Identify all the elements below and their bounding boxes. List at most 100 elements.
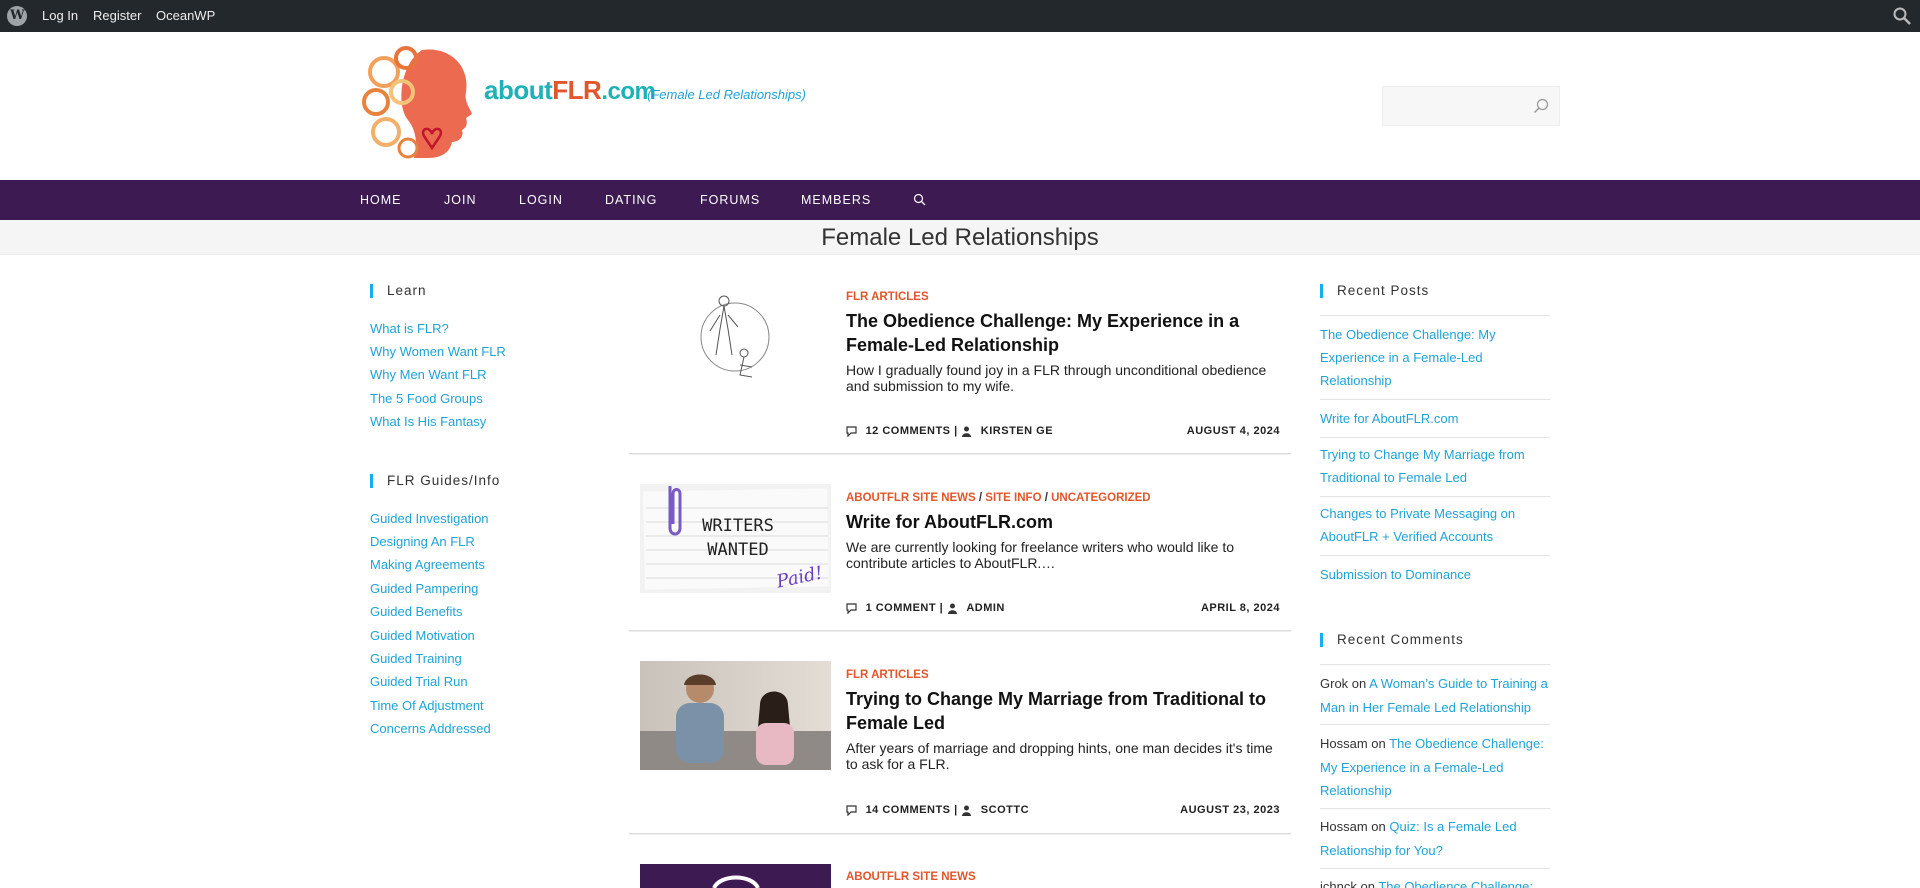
- post-title-line[interactable]: Female-Led Relationship: [846, 333, 1276, 357]
- recent-post-line[interactable]: Traditional to Female Led: [1320, 466, 1550, 489]
- post-title-line[interactable]: Female Led: [846, 711, 1276, 735]
- guide-link[interactable]: Guided Benefits: [370, 604, 463, 619]
- category-link[interactable]: ABOUTFLR SITE NEWS: [846, 871, 976, 883]
- brand-name[interactable]: aboutFLR.com: [484, 75, 656, 106]
- recent-posts-title: Recent Posts: [1320, 283, 1429, 298]
- comment-post-link[interactable]: My Experience in a Female-Led: [1320, 760, 1504, 775]
- learn-link-his-fantasy[interactable]: What Is His Fantasy: [370, 414, 486, 429]
- recent-post-link[interactable]: Trying to Change My Marriage from Tradit…: [1320, 443, 1550, 489]
- guide-link[interactable]: Guided Trial Run: [370, 674, 468, 689]
- guide-link[interactable]: Concerns Addressed: [370, 721, 491, 736]
- recent-post-link[interactable]: Write for AboutFLR.com: [1320, 407, 1550, 430]
- comment-author: Hossam: [1320, 819, 1368, 834]
- wordpress-logo-icon[interactable]: [7, 6, 27, 26]
- comment-post-link[interactable]: The Obedience Challenge:: [1378, 879, 1533, 888]
- brand-about: about: [484, 75, 553, 105]
- category-link[interactable]: FLR ARTICLES: [846, 291, 929, 303]
- list-divider: [1320, 808, 1550, 809]
- guide-link[interactable]: Designing An FLR: [370, 534, 475, 549]
- admin-login-link[interactable]: Log In: [42, 8, 78, 23]
- nav-dating[interactable]: DATING: [605, 193, 657, 207]
- category-link[interactable]: UNCATEGORIZED: [1051, 492, 1150, 504]
- recent-post-line[interactable]: Submission to Dominance: [1320, 563, 1550, 586]
- comment-post-link[interactable]: Quiz: Is a Female Led: [1389, 819, 1516, 834]
- post-title-line[interactable]: The Obedience Challenge: My Experience i…: [846, 309, 1276, 333]
- admin-register-link[interactable]: Register: [93, 8, 141, 23]
- post-title-line[interactable]: Trying to Change My Marriage from Tradit…: [846, 687, 1276, 711]
- comment-post-link[interactable]: The Obedience Challenge:: [1389, 736, 1544, 751]
- category-link[interactable]: ABOUTFLR SITE NEWS: [846, 492, 976, 504]
- comments-link[interactable]: 12 COMMENTS: [866, 425, 951, 437]
- recent-post-line[interactable]: AboutFLR + Verified Accounts: [1320, 525, 1550, 548]
- guide-link[interactable]: Time Of Adjustment: [370, 698, 484, 713]
- post-thumbnail-site-news[interactable]: [640, 864, 831, 888]
- nav-login[interactable]: LOGIN: [519, 193, 563, 207]
- nav-members[interactable]: MEMBERS: [801, 193, 871, 207]
- recent-post-line[interactable]: Trying to Change My Marriage from: [1320, 443, 1550, 466]
- post-title-line[interactable]: Write for AboutFLR.com: [846, 510, 1276, 534]
- comments-link[interactable]: 14 COMMENTS: [866, 804, 951, 816]
- recent-post-link[interactable]: The Obedience Challenge: My Experience i…: [1320, 323, 1550, 392]
- recent-post-line[interactable]: Experience in a Female-Led: [1320, 346, 1550, 369]
- guide-link[interactable]: Guided Motivation: [370, 628, 475, 643]
- learn-link-food-groups[interactable]: The 5 Food Groups: [370, 391, 483, 406]
- comment-post-link[interactable]: Relationship for You?: [1320, 843, 1443, 858]
- post-author[interactable]: SCOTTC: [981, 804, 1029, 816]
- guide-link[interactable]: Guided Investigation: [370, 511, 489, 526]
- guide-link[interactable]: Guided Training: [370, 651, 462, 666]
- post-meta: 1 COMMENT | ADMIN APRIL 8, 2024: [846, 602, 1280, 614]
- recent-post-line[interactable]: Changes to Private Messaging on: [1320, 502, 1550, 525]
- post-author[interactable]: ADMIN: [966, 602, 1005, 614]
- comment-author: Hossam: [1320, 736, 1368, 751]
- admin-oceanwp-link[interactable]: OceanWP: [156, 8, 215, 23]
- comment-post-link[interactable]: Relationship: [1320, 783, 1392, 798]
- guide-link[interactable]: Guided Pampering: [370, 581, 478, 596]
- post-thumbnail-obedience[interactable]: [640, 283, 831, 393]
- post-date: APRIL 8, 2024: [1200, 602, 1280, 614]
- list-divider: [1320, 664, 1550, 665]
- nav-home[interactable]: HOME: [360, 193, 402, 207]
- recent-post-link[interactable]: Submission to Dominance: [1320, 563, 1550, 586]
- thumb-text-writers: WRITERS: [702, 516, 774, 536]
- post-author[interactable]: KIRSTEN GE: [981, 425, 1053, 437]
- category-link[interactable]: FLR ARTICLES: [846, 669, 929, 681]
- learn-link-why-men[interactable]: Why Men Want FLR: [370, 367, 487, 382]
- recent-post-line[interactable]: Write for AboutFLR.com: [1320, 407, 1550, 430]
- post-excerpt-line: How I gradually found joy in a FLR throu…: [846, 362, 1267, 378]
- post-excerpt-line: to ask for a FLR.: [846, 756, 950, 772]
- post-thumbnail-writers-wanted[interactable]: WRITERS WANTED Paid!: [640, 484, 831, 593]
- recent-post-link[interactable]: Changes to Private Messaging on AboutFLR…: [1320, 502, 1550, 548]
- list-divider: [1320, 555, 1550, 556]
- comments-link[interactable]: 1 COMMENT: [866, 602, 937, 614]
- comment-icon: [846, 425, 857, 437]
- site-logo[interactable]: [362, 44, 478, 164]
- learn-link-what-is-flr[interactable]: What is FLR?: [370, 321, 449, 336]
- category-link[interactable]: SITE INFO: [985, 492, 1041, 504]
- post-excerpt-line: After years of marriage and dropping hin…: [846, 740, 1273, 756]
- post-thumbnail-couple[interactable]: [640, 661, 831, 770]
- post-excerpt: After years of marriage and dropping hin…: [846, 740, 1276, 772]
- search-icon[interactable]: [1533, 98, 1549, 114]
- post-title[interactable]: The Obedience Challenge: My Experience i…: [846, 309, 1276, 357]
- nav-forums[interactable]: FORUMS: [700, 193, 760, 207]
- user-icon: [962, 426, 972, 437]
- post-meta: 12 COMMENTS | KIRSTEN GE AUGUST 4, 2024: [846, 425, 1280, 437]
- list-divider: [1320, 868, 1550, 869]
- learn-link-why-women[interactable]: Why Women Want FLR: [370, 344, 506, 359]
- comment-post-link[interactable]: Man in Her Female Led Relationship: [1320, 700, 1531, 715]
- header-search-box: [1382, 86, 1560, 126]
- post-title[interactable]: Trying to Change My Marriage from Tradit…: [846, 687, 1276, 735]
- recent-comment: Hossam on Quiz: Is a Female Led Relation…: [1320, 815, 1550, 862]
- recent-post-line[interactable]: Relationship: [1320, 369, 1550, 392]
- nav-search-icon[interactable]: [913, 193, 926, 206]
- recent-comment: Hossam on The Obedience Challenge: My Ex…: [1320, 732, 1550, 803]
- page-header: Female Led Relationships: [0, 220, 1920, 255]
- post-category[interactable]: FLR ARTICLES: [846, 291, 929, 303]
- recent-post-line[interactable]: The Obedience Challenge: My: [1320, 323, 1550, 346]
- comment-post-link[interactable]: A Woman’s Guide to Training a: [1369, 676, 1548, 691]
- admin-search-icon[interactable]: [1892, 6, 1912, 26]
- post-title[interactable]: Write for AboutFLR.com: [846, 510, 1276, 534]
- nav-join[interactable]: JOIN: [444, 193, 476, 207]
- guide-link[interactable]: Making Agreements: [370, 557, 485, 572]
- site-tagline: (Female Led Relationships): [647, 87, 806, 102]
